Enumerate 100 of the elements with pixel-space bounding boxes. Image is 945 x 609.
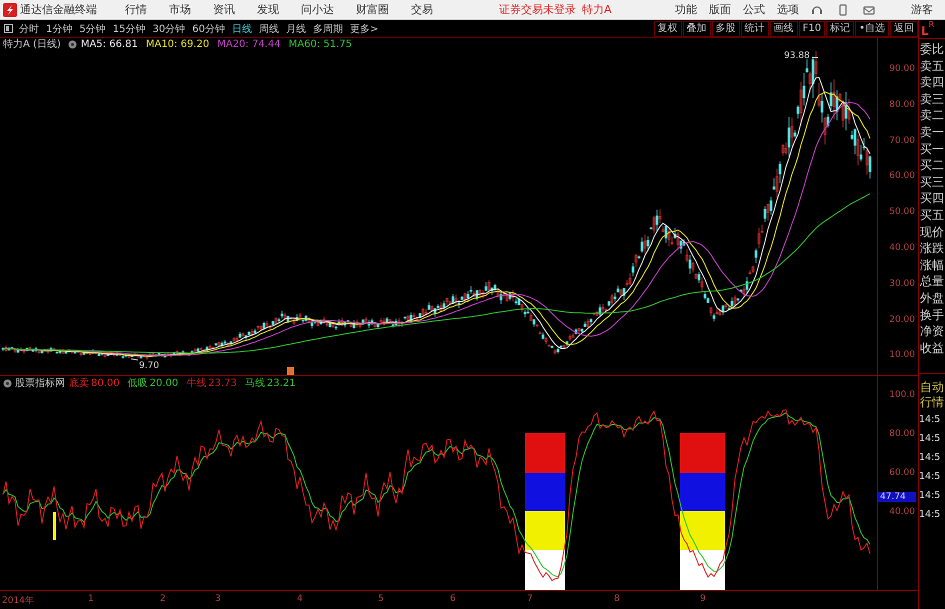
corner-label[interactable]: L xyxy=(921,24,929,38)
app-title: 通达信金融终端 xyxy=(20,2,97,17)
period-tab[interactable]: 更多> xyxy=(350,22,378,36)
axis-label: 3 xyxy=(215,594,221,604)
toolbar-button[interactable]: F10 xyxy=(798,20,826,36)
toolbar-button[interactable]: 叠加 xyxy=(682,20,711,36)
param-label: 底卖 xyxy=(69,376,89,390)
trade-time: 14:5 xyxy=(919,508,942,522)
period-tab[interactable]: 多周期 xyxy=(312,22,343,36)
axis-label: 80.00 xyxy=(889,429,915,439)
axis-label: 60.00 xyxy=(889,171,915,182)
quote-label: 买一 xyxy=(919,140,945,158)
quote-label: 涨跌 xyxy=(919,240,945,257)
period-tab[interactable]: 月线 xyxy=(286,22,306,36)
axis-label: 80.00 xyxy=(889,100,915,110)
indicator-value: MA10: 69.20 xyxy=(146,38,210,50)
quote-label: 卖四 xyxy=(919,74,945,91)
axis-label: 8 xyxy=(614,594,620,604)
axis-label: 90.00 xyxy=(889,64,915,74)
param-value: 23.21 xyxy=(266,378,296,388)
axis-label: 4 xyxy=(297,594,303,604)
tool-menu-item[interactable]: 功能 xyxy=(675,2,697,17)
stock-name: 特力A xyxy=(582,2,612,17)
period-tab[interactable]: 5分钟 xyxy=(79,22,106,36)
quote-label: 收益 xyxy=(919,340,945,356)
chart-title: 特力A (日线) xyxy=(3,38,61,51)
axis-label: 6 xyxy=(450,594,456,604)
param-label: 牛线 xyxy=(186,376,206,390)
axis-label: 100.0 xyxy=(889,390,915,400)
trade-time: 14:5 xyxy=(919,470,942,484)
login-status: 证券交易未登录 xyxy=(499,2,576,17)
corner-label[interactable]: R xyxy=(928,20,934,29)
quote-label: 换手 xyxy=(919,306,945,324)
toolbar-button[interactable]: 复权 xyxy=(654,20,682,36)
tool-menu-item[interactable]: 版面 xyxy=(709,2,731,17)
quote-label: 委比 xyxy=(919,41,945,58)
current-value-label: 47.74 xyxy=(878,492,916,502)
period-tab[interactable]: 15分钟 xyxy=(112,22,146,36)
period-tab[interactable]: 1分钟 xyxy=(46,22,72,36)
quote-label: 买三 xyxy=(919,174,945,190)
menu-item[interactable]: 市场 xyxy=(169,2,191,17)
quote-label: 涨幅 xyxy=(919,256,945,274)
quote-label: 现价 xyxy=(919,224,945,240)
axis-label: 40.00 xyxy=(889,507,915,517)
param-value: 80.00 xyxy=(91,378,120,388)
axis-label: 9 xyxy=(700,594,706,604)
user-name[interactable]: 游客 xyxy=(911,2,933,17)
period-tab[interactable]: 日线 xyxy=(232,22,252,36)
trade-time: 14:5 xyxy=(919,413,942,427)
period-tab[interactable]: 60分钟 xyxy=(192,22,225,36)
param-value: 23.73 xyxy=(208,378,237,388)
high-price-label: 93.88 xyxy=(784,51,810,62)
indicator-value: MA5: 66.81 xyxy=(80,38,138,50)
trade-time: 14:5 xyxy=(919,432,942,446)
axis-label: 1 xyxy=(88,594,94,604)
toolbar-button[interactable]: 返回 xyxy=(890,20,918,36)
toolbar-button[interactable]: •自选 xyxy=(855,20,889,36)
indicator-title: 股票指标网 xyxy=(15,376,65,390)
quote-label: 总量 xyxy=(919,273,945,290)
trade-time: 14:5 xyxy=(919,489,942,503)
menu-item[interactable]: 问小达 xyxy=(301,2,334,17)
period-tab[interactable]: 周线 xyxy=(258,22,279,36)
axis-label: 2 xyxy=(160,594,166,604)
axis-label: 70.00 xyxy=(889,136,915,146)
axis-label: 40.00 xyxy=(889,243,915,253)
axis-label: 10.00 xyxy=(889,350,915,360)
menu-item[interactable]: 交易 xyxy=(411,2,433,17)
quote-label: 买五 xyxy=(919,206,945,224)
indicator-value: MA60: 51.75 xyxy=(288,38,352,50)
period-tab[interactable]: 30分钟 xyxy=(152,22,186,36)
toolbar-button[interactable]: 多股 xyxy=(712,20,740,36)
menu-item[interactable]: 发现 xyxy=(257,2,279,17)
axis-label: 60.00 xyxy=(889,468,915,478)
low-price-label: 9.70 xyxy=(139,360,160,371)
param-label: 马线 xyxy=(244,376,265,390)
period-tab[interactable]: 分时 xyxy=(19,22,39,36)
axis-label: 30.00 xyxy=(889,278,915,289)
axis-label: 50.00 xyxy=(889,207,915,218)
menu-item[interactable]: 行情 xyxy=(125,2,147,17)
tool-menu-item[interactable]: 选项 xyxy=(777,2,799,17)
quote-label: 卖三 xyxy=(919,90,945,108)
quote-label: 净资 xyxy=(919,323,945,340)
quote-label: 外盘 xyxy=(919,290,945,306)
trade-time: 14:5 xyxy=(919,451,942,465)
axis-label: 2014年 xyxy=(2,594,34,607)
quote-label: 卖五 xyxy=(919,58,945,74)
indicator-value: MA20: 74.44 xyxy=(217,38,281,50)
menu-item[interactable]: 财富圈 xyxy=(356,2,389,17)
toolbar-button[interactable]: 标记 xyxy=(826,20,854,36)
toolbar-button[interactable]: 画线 xyxy=(770,20,798,36)
quote-label: 卖二 xyxy=(919,107,945,124)
quote-label: 买二 xyxy=(919,157,945,174)
quote-label: 买四 xyxy=(919,190,945,207)
panel-tab[interactable]: 自动 xyxy=(919,380,945,395)
panel-tab[interactable]: 行情 xyxy=(919,395,945,410)
menu-item[interactable]: 资讯 xyxy=(213,2,235,17)
toolbar-button[interactable]: 统计 xyxy=(740,20,769,36)
quote-label: 卖一 xyxy=(919,124,945,141)
tool-menu-item[interactable]: 公式 xyxy=(743,2,765,17)
axis-label: 20.00 xyxy=(889,314,915,325)
